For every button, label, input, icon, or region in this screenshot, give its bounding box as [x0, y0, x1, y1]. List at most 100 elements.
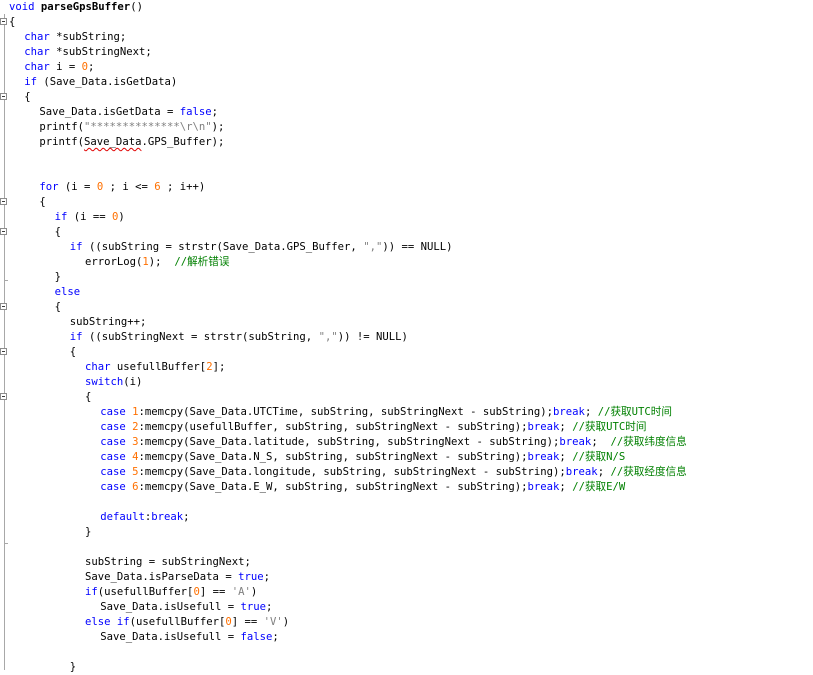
code-line[interactable]: char i = 0;: [24, 60, 94, 75]
code-line[interactable]: printf("**************\r\n");: [39, 120, 224, 135]
keyword-token: if: [54, 211, 68, 223]
code-text: Save_Data.isUsefull =: [100, 631, 241, 643]
code-text: usefullBuffer[: [110, 361, 207, 373]
code-line[interactable]: Save_Data.isUsefull = true;: [100, 600, 272, 615]
keyword-token: char: [24, 61, 50, 73]
fold-collapse-icon[interactable]: [0, 303, 7, 310]
keyword-token: case: [100, 466, 133, 478]
fold-end-marker: [4, 280, 8, 281]
code-line[interactable]: if ((subStringNext = strstr(subString, "…: [70, 330, 408, 345]
code-line[interactable]: case 4:memcpy(Save_Data.N_S, subString, …: [100, 450, 625, 465]
code-line[interactable]: if (Save_Data.isGetData): [24, 75, 177, 90]
code-text: ;: [272, 631, 279, 643]
comment-token: //获取经度信息: [610, 466, 687, 478]
code-line[interactable]: Save_Data.isGetData = false;: [39, 105, 218, 120]
keyword-token: break: [553, 406, 585, 418]
comment-token: //获取纬度信息: [610, 436, 687, 448]
keyword-token: else: [54, 286, 81, 298]
code-text: ;: [211, 106, 218, 118]
code-line[interactable]: {: [70, 345, 76, 360]
code-text: ;: [87, 61, 95, 73]
code-line[interactable]: case 2:memcpy(usefullBuffer, subString, …: [100, 420, 646, 435]
code-line[interactable]: if (i == 0): [55, 210, 125, 225]
code-text: {: [69, 346, 77, 358]
fold-collapse-icon[interactable]: [0, 348, 7, 355]
code-line[interactable]: case 3:memcpy(Save_Data.latitude, subStr…: [100, 435, 687, 450]
code-line[interactable]: case 1:memcpy(Save_Data.UTCTime, subStri…: [100, 405, 672, 420]
code-line[interactable]: printf(Save_Data.GPS_Buffer);: [39, 135, 224, 150]
code-text: Save_Data.isUsefull =: [100, 601, 241, 613]
code-text: ((subString = strstr(Save_Data.GPS_Buffe…: [82, 241, 364, 253]
code-text: Save_Data.isGetData =: [39, 106, 180, 118]
code-text: ;: [597, 466, 611, 478]
string-token: ",": [318, 331, 338, 343]
keyword-token: else if: [85, 616, 130, 628]
fold-gutter: [0, 0, 9, 670]
keyword-token: char: [85, 361, 111, 373]
fold-collapse-icon[interactable]: [0, 18, 7, 25]
code-line[interactable]: for (i = 0 ; i <= 6 ; i++): [39, 180, 205, 195]
fold-collapse-icon[interactable]: [0, 393, 7, 400]
code-line[interactable]: }: [85, 525, 91, 540]
code-line[interactable]: subString = subStringNext;: [85, 555, 251, 570]
code-line[interactable]: case 6:memcpy(Save_Data.E_W, subString, …: [100, 480, 625, 495]
keyword-token: if: [69, 331, 83, 343]
code-text: }: [54, 271, 61, 283]
code-text: subString = subStringNext;: [85, 556, 251, 568]
code-text: );: [211, 121, 225, 133]
code-line[interactable]: else: [55, 285, 81, 300]
code-line[interactable]: void parseGpsBuffer(): [9, 0, 143, 15]
keyword-token: false: [179, 106, 212, 118]
code-line[interactable]: {: [24, 90, 30, 105]
code-text: ;: [559, 421, 573, 433]
code-line[interactable]: Save_Data.isUsefull = false;: [100, 630, 279, 645]
code-line[interactable]: {: [9, 15, 15, 30]
fold-collapse-icon[interactable]: [0, 93, 7, 100]
code-text-misspelled: Save_Data: [84, 136, 142, 148]
fold-end-marker: [4, 543, 8, 544]
code-line[interactable]: Save_Data.isParseData = true;: [85, 570, 270, 585]
code-line[interactable]: default:break;: [100, 510, 189, 525]
code-text: ;: [559, 451, 573, 463]
code-text: Save_Data.isParseData =: [85, 571, 239, 583]
code-text: )) != NULL): [337, 331, 408, 343]
code-line[interactable]: case 5:memcpy(Save_Data.longitude, subSt…: [100, 465, 687, 480]
keyword-token: char: [24, 31, 50, 43]
code-text: :memcpy(usefullBuffer, subString, subStr…: [138, 421, 528, 433]
code-line[interactable]: if ((subString = strstr(Save_Data.GPS_Bu…: [70, 240, 453, 255]
code-text: errorLog(: [85, 256, 143, 268]
keyword-token: if: [69, 241, 83, 253]
comment-token: //获取UTC时间: [597, 406, 672, 418]
keyword-token: case: [100, 481, 133, 493]
code-line[interactable]: }: [70, 660, 76, 675]
code-text: (Save_Data.isGetData): [36, 76, 178, 88]
code-line[interactable]: if(usefullBuffer[0] == 'A'): [85, 585, 257, 600]
code-text: ;: [591, 436, 611, 448]
code-line[interactable]: else if(usefullBuffer[0] == 'V'): [85, 615, 289, 630]
code-line[interactable]: char *subStringNext;: [24, 45, 152, 60]
comment-token: //获取E/W: [572, 481, 626, 493]
code-line[interactable]: char usefullBuffer[2];: [85, 360, 225, 375]
code-line[interactable]: {: [55, 300, 61, 315]
code-editor[interactable]: void parseGpsBuffer(){char *subString; ch…: [0, 0, 813, 673]
code-line[interactable]: switch(i): [85, 375, 142, 390]
code-text: :memcpy(Save_Data.N_S, subString, subStr…: [138, 451, 528, 463]
code-line[interactable]: char *subString;: [24, 30, 126, 45]
code-text: ): [118, 211, 125, 223]
keyword-token: switch: [85, 376, 124, 388]
code-line[interactable]: errorLog(1); //解析错误: [85, 255, 229, 270]
string-token: 'V': [263, 616, 283, 628]
fold-collapse-icon[interactable]: [0, 228, 7, 235]
code-text: ; i++): [160, 181, 206, 193]
code-line[interactable]: {: [39, 195, 45, 210]
code-line[interactable]: {: [55, 225, 61, 240]
code-text: ; i <=: [103, 181, 155, 193]
code-text: :memcpy(Save_Data.latitude, subString, s…: [138, 436, 560, 448]
code-line[interactable]: {: [85, 390, 91, 405]
code-text: ;: [183, 511, 190, 523]
code-text: (i): [123, 376, 143, 388]
code-line[interactable]: }: [55, 270, 61, 285]
fold-collapse-icon[interactable]: [0, 198, 7, 205]
keyword-token: if: [24, 76, 37, 88]
code-line[interactable]: subString++;: [70, 315, 147, 330]
